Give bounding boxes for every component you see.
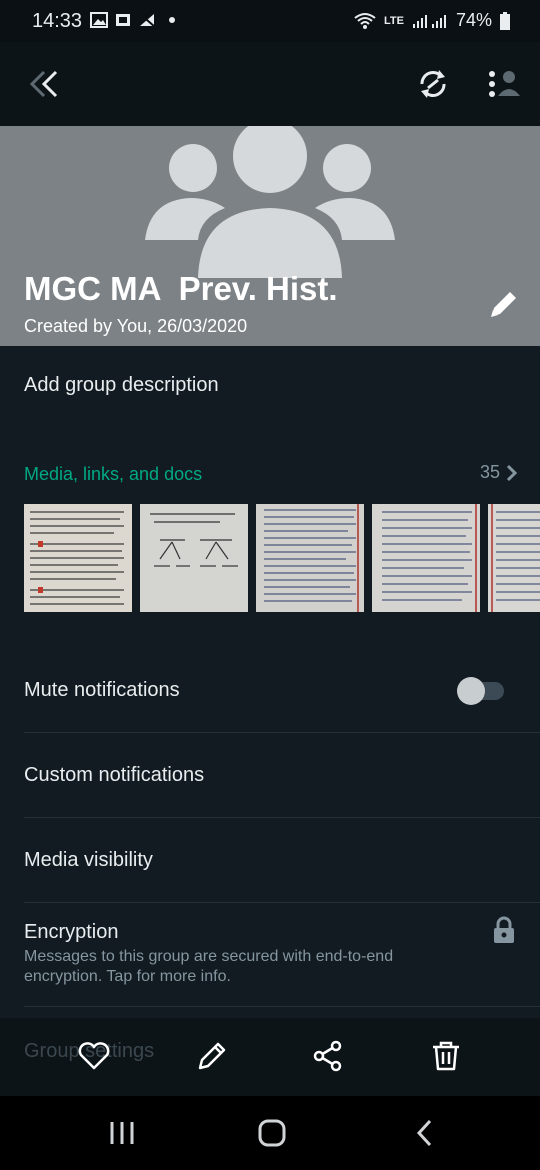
notification-icons [90, 12, 178, 28]
home-icon [258, 1119, 286, 1147]
bottom-toolbar: Group settings [0, 1018, 540, 1096]
group-avatar-icon [145, 126, 395, 278]
favorite-button[interactable] [76, 1038, 112, 1074]
mute-notifications-label: Mute notifications [24, 679, 180, 701]
add-description-label: Add group description [24, 374, 219, 396]
trash-icon [433, 1041, 459, 1071]
no-signal-notification-icon [138, 12, 156, 28]
status-right: LTE 74% [354, 10, 510, 31]
heart-icon [78, 1042, 110, 1070]
nav-back-button[interactable] [406, 1118, 446, 1148]
battery-percent: 74% [455, 10, 492, 30]
media-thumbnail[interactable] [372, 504, 480, 612]
more-options-button[interactable] [484, 66, 522, 102]
mute-toggle[interactable] [456, 676, 506, 706]
recents-button[interactable] [102, 1118, 142, 1148]
top-bar [0, 42, 540, 126]
back-button[interactable] [24, 66, 64, 102]
edit-group-name-button[interactable] [486, 286, 522, 322]
custom-notifications-row[interactable]: Custom notifications [0, 733, 540, 817]
media-strip [24, 504, 540, 612]
media-count: 35 [479, 462, 500, 482]
sync-button[interactable] [416, 66, 450, 102]
media-thumbnail[interactable] [256, 504, 364, 612]
encryption-row[interactable]: Encryption Messages to this group are se… [0, 818, 540, 1008]
mute-notifications-row[interactable]: Mute notifications [0, 648, 540, 732]
wifi-icon [354, 12, 376, 29]
more-people-icon [489, 71, 520, 97]
media-title[interactable]: Media, links, and docs [24, 464, 202, 485]
custom-notifications-label: Custom notifications [24, 764, 205, 786]
group-created-info: Created by You, 26/03/2020 [24, 316, 248, 336]
media-thumbnail[interactable] [24, 504, 132, 612]
group-description-row[interactable]: Add group description [0, 346, 540, 422]
recents-icon [110, 1122, 134, 1144]
media-thumbnail[interactable] [488, 504, 540, 612]
status-bar: 14:33 LTE 74% [0, 0, 540, 42]
settings-section: Mute notifications Custom notifications … [0, 648, 540, 1018]
chevron-right-icon [506, 464, 518, 481]
share-button[interactable] [310, 1038, 346, 1074]
dot-icon [169, 17, 175, 23]
battery-icon [500, 11, 510, 30]
delete-button[interactable] [428, 1038, 464, 1074]
home-button[interactable] [252, 1118, 292, 1148]
system-nav-bar [0, 1096, 540, 1170]
divider [24, 1006, 540, 1007]
edit-button[interactable] [194, 1038, 230, 1074]
network-type: LTE [384, 14, 404, 27]
group-name: MGC MA Prev. Hist. [24, 270, 338, 307]
signal-icon [412, 14, 446, 28]
sync-icon [420, 70, 446, 98]
lock-icon [494, 916, 514, 943]
group-header: MGC MA Prev. Hist. Created by You, 26/03… [0, 126, 540, 346]
share-icon [313, 1040, 342, 1072]
gallery-notification-icon [90, 12, 108, 28]
message-notification-icon [116, 14, 130, 26]
edit-icon [491, 292, 516, 317]
nav-back-icon [416, 1119, 432, 1147]
pencil-icon [198, 1042, 226, 1070]
encryption-description: Messages to this group are secured with … [24, 948, 394, 985]
media-section: Media, links, and docs 35 [0, 442, 540, 628]
status-time: 14:33 [32, 10, 83, 32]
media-count-link[interactable]: 35 [480, 462, 518, 483]
back-icon [29, 70, 58, 98]
encryption-title: Encryption [24, 921, 119, 943]
media-thumbnail[interactable] [140, 504, 248, 612]
